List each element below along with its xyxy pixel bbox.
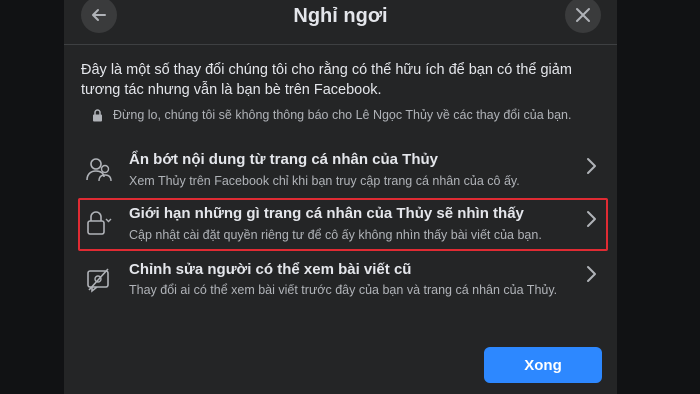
chevron-right-icon xyxy=(587,158,596,174)
dialog-title: Nghỉ ngơi xyxy=(293,5,388,27)
hidden-posts-icon xyxy=(83,263,117,297)
option-hide-profile[interactable]: Ẩn bớt nội dung từ trang cá nhân của Thủ… xyxy=(77,148,603,198)
done-button[interactable]: Xong xyxy=(484,347,602,383)
intro-text: Đây là một số thay đổi chúng tôi cho rằn… xyxy=(81,62,572,98)
close-icon xyxy=(576,8,590,22)
profile-hide-icon xyxy=(83,153,117,187)
option-description: Thay đổi ai có thể xem bài viết trước đâ… xyxy=(129,283,558,297)
dialog-header: Nghỉ ngơi xyxy=(64,0,617,43)
lock-icon xyxy=(93,108,102,121)
option-title: Ẩn bớt nội dung từ trang cá nhân của Thủ… xyxy=(129,151,439,168)
option-title: Chỉnh sửa người có thể xem bài viết cũ xyxy=(129,261,412,278)
header-divider xyxy=(64,44,617,45)
option-description: Xem Thủy trên Facebook chỉ khi bạn truy … xyxy=(129,174,520,188)
highlight-box xyxy=(78,198,608,251)
privacy-notice-text: Đừng lo, chúng tôi sẽ không thông báo ch… xyxy=(113,108,572,122)
privacy-notice: Đừng lo, chúng tôi sẽ không thông báo ch… xyxy=(92,107,612,123)
chevron-right-icon xyxy=(587,266,596,282)
take-a-break-dialog: Nghỉ ngơi Đây là một số thay đổi chúng t… xyxy=(64,0,617,394)
option-edit-old-posts[interactable]: Chỉnh sửa người có thể xem bài viết cũ T… xyxy=(77,258,603,318)
close-button[interactable] xyxy=(565,0,601,33)
